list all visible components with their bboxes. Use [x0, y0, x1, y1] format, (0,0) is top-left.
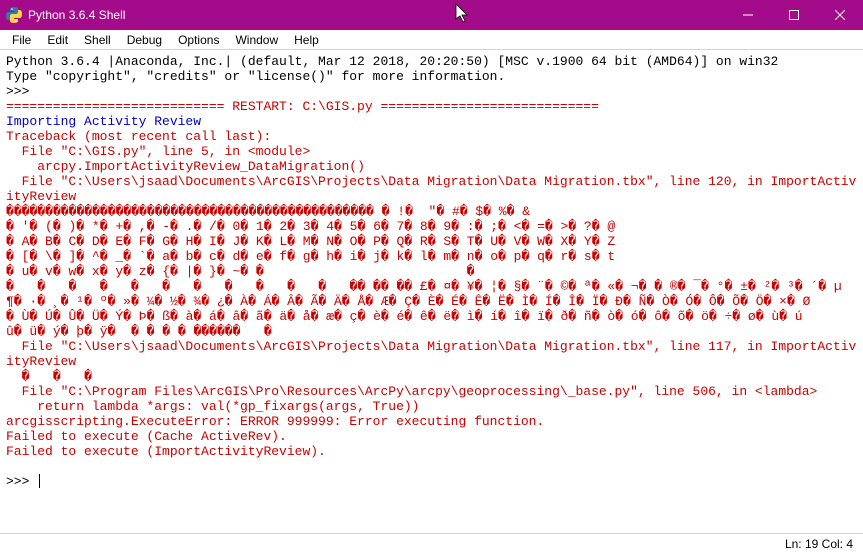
window-title: Python 3.6.4 Shell — [28, 8, 725, 22]
traceback-line: File "C:\Users\jsaad\Documents\ArcGIS\Pr… — [6, 339, 856, 369]
menu-shell[interactable]: Shell — [76, 31, 119, 49]
prompt: >>> — [6, 84, 37, 99]
menu-help[interactable]: Help — [286, 31, 327, 49]
traceback-line: arcpy.ImportActivityReview_DataMigration… — [6, 159, 365, 174]
banner-line: Python 3.6.4 |Anaconda, Inc.| (default, … — [6, 54, 778, 69]
error-line: Failed to execute (ImportActivityReview)… — [6, 444, 326, 459]
traceback-line: File "C:\GIS.py", line 5, in <module> — [6, 144, 310, 159]
traceback-line: File "C:\Program Files\ArcGIS\Pro\Resour… — [6, 384, 817, 399]
cursor-position: Ln: 19 Col: 4 — [785, 537, 853, 551]
menu-options[interactable]: Options — [170, 31, 227, 49]
status-bar: Ln: 19 Col: 4 — [0, 533, 863, 553]
menu-edit[interactable]: Edit — [39, 31, 76, 49]
maximize-button[interactable] — [771, 0, 817, 30]
restart-line: ============================ RESTART: C:… — [6, 99, 599, 114]
traceback-garbage: � � � — [6, 369, 92, 384]
menu-bar: File Edit Shell Debug Options Window Hel… — [0, 30, 863, 50]
python-icon — [6, 7, 22, 23]
traceback-garbage: ����������������������������������������… — [6, 204, 530, 219]
traceback-line: return lambda *args: val(*gp_fixargs(arg… — [6, 399, 419, 414]
traceback-garbage: � A� B� C� D� E� F� G� H� I� J� K� L� M�… — [6, 234, 615, 249]
traceback-garbage: � [� \� ]� ^� _� `� a� b� c� d� e� f� g�… — [6, 249, 615, 264]
menu-window[interactable]: Window — [227, 31, 286, 49]
traceback-garbage: ¶� ·� ¸� ¹� º� »� ¼� ½� ¾� ¿� À� Á� Â� Ã… — [6, 294, 810, 309]
titlebar[interactable]: Python 3.6.4 Shell — [0, 0, 863, 30]
traceback-garbage: � � � � � � � � � � � �� �� �� £� ¤� ¥� … — [6, 279, 842, 294]
banner-line: Type "copyright", "credits" or "license(… — [6, 69, 505, 84]
error-line: Failed to execute (Cache ActiveRev). — [6, 429, 287, 444]
minimize-button[interactable] — [725, 0, 771, 30]
traceback-garbage: � '� (� )� *� +� ,� -� .� /� 0� 1� 2� 3�… — [6, 219, 615, 234]
stdout-line: Importing Activity Review — [6, 114, 201, 129]
traceback-garbage: û� ü� ý� þ� ÿ� � � � � ������ � — [6, 324, 272, 339]
close-button[interactable] — [817, 0, 863, 30]
prompt: >>> — [6, 474, 37, 489]
traceback-line: Traceback (most recent call last): — [6, 129, 271, 144]
traceback-garbage: � Ù� Ú� Û� Ü� Ý� Þ� ß� à� á� â� ã� ä� å�… — [6, 309, 803, 324]
traceback-garbage: � u� v� w� x� y� z� {� |� }� ~� � � — [6, 264, 474, 279]
text-caret — [39, 474, 40, 488]
error-line: arcgisscripting.ExecuteError: ERROR 9999… — [6, 414, 544, 429]
menu-file[interactable]: File — [4, 31, 39, 49]
traceback-line: File "C:\Users\jsaad\Documents\ArcGIS\Pr… — [6, 174, 856, 204]
menu-debug[interactable]: Debug — [119, 31, 170, 49]
shell-text-area[interactable]: Python 3.6.4 |Anaconda, Inc.| (default, … — [0, 50, 863, 533]
